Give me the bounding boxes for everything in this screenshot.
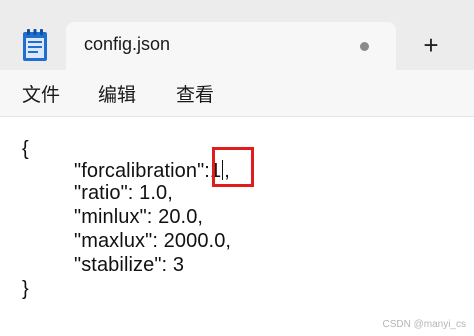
new-tab-button[interactable]: + bbox=[414, 28, 448, 62]
tab-title: config.json bbox=[84, 34, 171, 54]
menu-bar: 文件 编辑 查看 bbox=[0, 70, 474, 116]
code-line-open-brace: { bbox=[22, 138, 29, 160]
code-line-close-brace: } bbox=[22, 278, 29, 300]
notepad-icon bbox=[23, 29, 47, 61]
code-line-ratio: "ratio": 1.0, bbox=[74, 182, 173, 204]
editor-divider bbox=[0, 116, 474, 117]
title-bar: config.json + bbox=[0, 0, 474, 70]
watermark: CSDN @manyi_cs bbox=[382, 319, 466, 330]
code-line-minlux: "minlux": 20.0, bbox=[74, 206, 204, 228]
forcalibration-text: "forcalibration":1 bbox=[74, 160, 222, 182]
menu-file[interactable]: 文件 bbox=[22, 80, 60, 107]
tab-config-json[interactable]: config.json bbox=[66, 22, 396, 70]
annotation-highlight-box bbox=[212, 147, 254, 187]
unsaved-dot-icon[interactable] bbox=[360, 42, 369, 51]
code-line-stabilize: "stabilize": 3 bbox=[74, 254, 185, 276]
menu-view[interactable]: 查看 bbox=[176, 80, 214, 107]
code-line-maxlux: "maxlux": 2000.0, bbox=[74, 230, 232, 252]
menu-edit[interactable]: 编辑 bbox=[98, 80, 136, 107]
code-line-forcalibration: "forcalibration":1, bbox=[74, 160, 230, 183]
